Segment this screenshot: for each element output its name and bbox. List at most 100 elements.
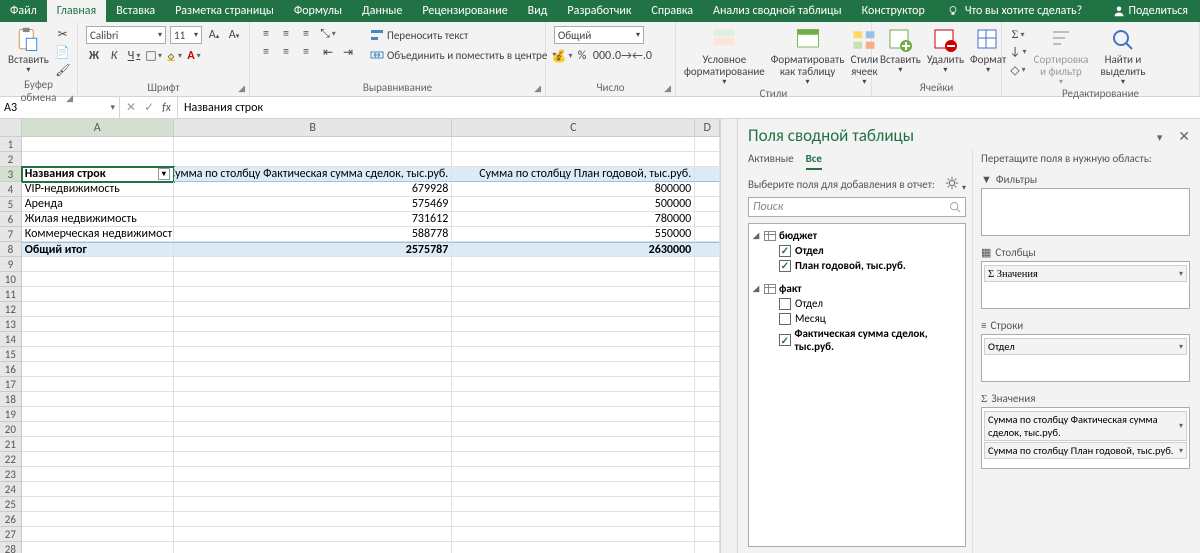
cell[interactable]: 800000: [452, 182, 695, 197]
tab-data[interactable]: Данные: [352, 0, 412, 22]
cell[interactable]: [22, 152, 174, 167]
row-header[interactable]: 13: [0, 317, 22, 332]
merge-center-button[interactable]: Объединить и поместить в центре: [370, 46, 556, 64]
row-header[interactable]: 26: [0, 512, 22, 527]
decrease-indent-icon[interactable]: ⇤: [320, 44, 336, 60]
tab-view[interactable]: Вид: [518, 0, 558, 22]
row-header[interactable]: 21: [0, 437, 22, 452]
cell[interactable]: [695, 362, 720, 377]
cell[interactable]: [695, 212, 720, 227]
cell[interactable]: [695, 182, 720, 197]
field-item[interactable]: ✓План годовой, тыс.руб.: [751, 258, 963, 273]
border-button[interactable]: [146, 48, 162, 64]
row-header[interactable]: 12: [0, 302, 22, 317]
cell[interactable]: [22, 527, 174, 542]
cell[interactable]: Аренда: [22, 197, 174, 212]
cell[interactable]: 731612: [174, 212, 452, 227]
cell[interactable]: [22, 452, 174, 467]
cell[interactable]: [174, 257, 452, 272]
cell[interactable]: [174, 422, 452, 437]
align-top-icon[interactable]: ≡: [258, 26, 274, 42]
cell[interactable]: [452, 347, 695, 362]
cancel-formula-icon[interactable]: ✕: [126, 100, 136, 115]
cell[interactable]: [452, 407, 695, 422]
cell[interactable]: [174, 452, 452, 467]
underline-button[interactable]: Ч: [126, 48, 142, 64]
cell[interactable]: [695, 467, 720, 482]
pivot-field-list[interactable]: ◢бюджет✓Отдел✓План годовой, тыс.руб.◢фак…: [748, 223, 966, 547]
align-middle-icon[interactable]: ≡: [278, 26, 294, 42]
cell[interactable]: 780000: [452, 212, 695, 227]
cell[interactable]: [452, 527, 695, 542]
row-header[interactable]: 6: [0, 212, 22, 227]
cell[interactable]: [22, 272, 174, 287]
tab-developer[interactable]: Разработчик: [557, 0, 641, 22]
cell[interactable]: 500000: [452, 197, 695, 212]
zone-values[interactable]: Сумма по столбцу Фактическая сумма сдело…: [981, 407, 1190, 469]
tell-me[interactable]: Что вы хотите сделать?: [935, 0, 1094, 22]
cell[interactable]: 588778: [174, 227, 452, 242]
row-header[interactable]: 4: [0, 182, 22, 197]
cell[interactable]: [22, 407, 174, 422]
cell[interactable]: [452, 332, 695, 347]
select-all-corner[interactable]: [0, 119, 22, 136]
pivot-tab-active[interactable]: Активные: [748, 152, 794, 170]
cell[interactable]: [174, 542, 452, 553]
tab-page-layout[interactable]: Разметка страницы: [165, 0, 284, 22]
pivot-filter-button[interactable]: ▾: [158, 168, 170, 180]
row-header[interactable]: 27: [0, 527, 22, 542]
cell[interactable]: [174, 287, 452, 302]
cell[interactable]: [695, 347, 720, 362]
cell[interactable]: [22, 482, 174, 497]
conditional-formatting-button[interactable]: Условное форматирование▾: [684, 26, 765, 87]
clear-icon[interactable]: ◇: [1010, 62, 1026, 78]
tab-file[interactable]: Файл: [0, 0, 47, 22]
cell[interactable]: [695, 377, 720, 392]
grow-font-icon[interactable]: A▴: [206, 27, 222, 43]
cell[interactable]: [22, 512, 174, 527]
cell[interactable]: Сумма по столбцу Фактическая сумма сдело…: [174, 167, 452, 182]
cell[interactable]: [452, 497, 695, 512]
cell[interactable]: [452, 437, 695, 452]
tab-insert[interactable]: Вставка: [106, 0, 165, 22]
font-color-button[interactable]: A: [186, 48, 202, 64]
col-header-D[interactable]: D: [695, 119, 720, 136]
tab-review[interactable]: Рецензирование: [412, 0, 517, 22]
cell[interactable]: [695, 227, 720, 242]
cell[interactable]: [695, 452, 720, 467]
cell[interactable]: [22, 377, 174, 392]
field-item[interactable]: Отдел: [751, 296, 963, 311]
cell[interactable]: [695, 317, 720, 332]
row-header[interactable]: 20: [0, 422, 22, 437]
cell[interactable]: 679928: [174, 182, 452, 197]
number-launcher[interactable]: ◢: [664, 83, 671, 94]
zone-rows[interactable]: Отдел▾: [981, 334, 1190, 382]
zone-rows-item[interactable]: Отдел▾: [984, 338, 1187, 355]
field-table[interactable]: ◢факт: [751, 281, 963, 296]
cell[interactable]: [452, 482, 695, 497]
cell[interactable]: [174, 302, 452, 317]
cell[interactable]: [174, 437, 452, 452]
cell[interactable]: [22, 302, 174, 317]
cell[interactable]: [22, 362, 174, 377]
sort-filter-button[interactable]: Сортировка и фильтр▾: [1032, 26, 1090, 87]
cell[interactable]: [695, 242, 720, 257]
cell[interactable]: [22, 392, 174, 407]
insert-cells-button[interactable]: Вставить▾: [880, 26, 921, 75]
cell[interactable]: [452, 317, 695, 332]
field-table[interactable]: ◢бюджет: [751, 228, 963, 243]
cell[interactable]: [452, 542, 695, 553]
fill-color-button[interactable]: [166, 48, 182, 64]
cell[interactable]: 2575787: [174, 242, 452, 257]
cell[interactable]: [695, 272, 720, 287]
cell[interactable]: [452, 452, 695, 467]
cell[interactable]: [452, 257, 695, 272]
cell[interactable]: [174, 527, 452, 542]
cell[interactable]: [452, 512, 695, 527]
format-cells-button[interactable]: Формат▾: [970, 26, 1006, 75]
row-header[interactable]: 10: [0, 272, 22, 287]
wrap-text-button[interactable]: Переносить текст: [370, 26, 556, 44]
cell[interactable]: [452, 467, 695, 482]
zone-columns[interactable]: Σ Значения▾: [981, 261, 1190, 309]
cell[interactable]: [174, 407, 452, 422]
